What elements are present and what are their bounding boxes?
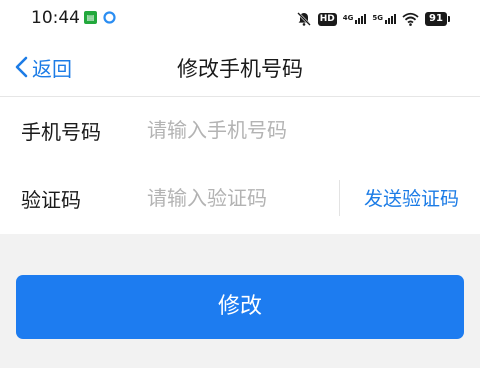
signal-5g-icon: 5G — [372, 14, 396, 24]
wifi-icon — [402, 12, 419, 26]
code-label: 验证码 — [21, 188, 81, 212]
phone-label: 手机号码 — [21, 120, 101, 144]
submit-button[interactable]: 修改 — [16, 275, 464, 339]
system-icons: HD 4G 5G 91 — [296, 9, 450, 29]
hd-icon: HD — [317, 12, 337, 26]
browser-notification-icon — [103, 11, 116, 24]
battery-icon: 91 — [425, 12, 447, 26]
app-notification-icon: ▤ — [84, 11, 97, 24]
signal-4g-icon: 4G — [343, 14, 367, 24]
page-title: 修改手机号码 — [177, 57, 303, 81]
status-time: 10:44 — [31, 8, 80, 28]
verification-code-input[interactable] — [147, 179, 327, 217]
nav-bar: 返回 修改手机号码 — [0, 38, 480, 97]
phone-change-form: 手机号码 验证码 发送验证码 — [0, 97, 480, 234]
send-code-button[interactable]: 发送验证码 — [364, 184, 459, 211]
phone-input[interactable] — [147, 111, 457, 149]
code-row: 验证码 发送验证码 — [0, 165, 480, 233]
status-bar: 10:44 ▤ HD 4G 5G 91 — [0, 0, 480, 38]
divider — [339, 180, 340, 216]
mute-icon — [296, 12, 311, 26]
phone-row: 手机号码 — [0, 97, 480, 165]
